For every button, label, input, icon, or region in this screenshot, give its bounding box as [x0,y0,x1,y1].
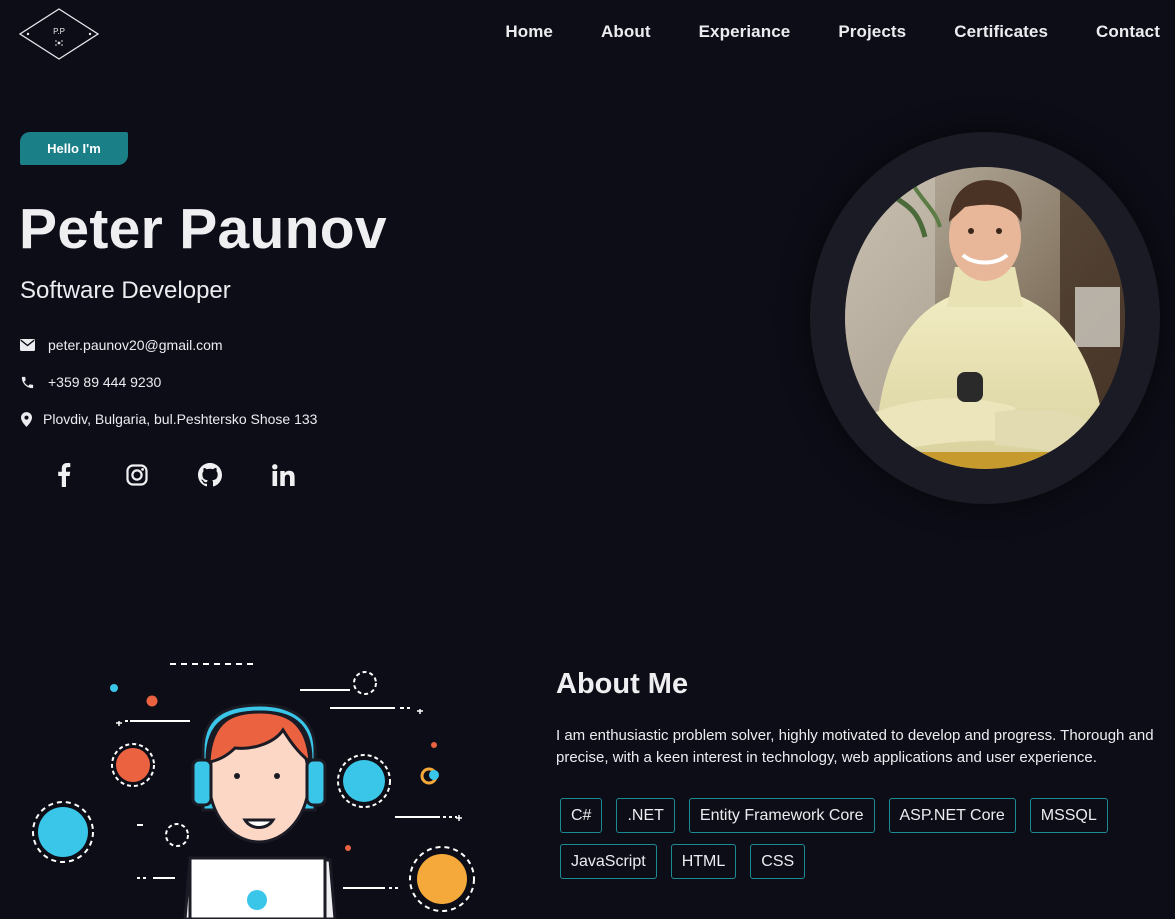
skills-list: C# .NET Entity Framework Core ASP.NET Co… [560,798,1160,890]
developer-illustration [32,663,475,919]
skill-tag: JavaScript [560,844,657,879]
logo-star-icon [55,40,63,46]
skill-tag: .NET [616,798,675,833]
logo-text: P.P [53,27,65,36]
hero-role: Software Developer [20,277,231,304]
logo[interactable]: P.P [18,7,100,61]
nav-experience[interactable]: Experiance [699,22,791,42]
linkedin-icon[interactable] [266,458,300,492]
contact-email: peter.paunov20@gmail.com [19,337,223,353]
contact-phone: +359 89 444 9230 [19,374,161,390]
social-links [47,458,339,492]
about-title: About Me [556,668,689,700]
nav-certificates[interactable]: Certificates [954,22,1048,42]
email-text[interactable]: peter.paunov20@gmail.com [48,337,223,353]
phone-icon [19,374,35,390]
page: P.P Home About Experiance Projects Certi… [0,0,1175,919]
map-pin-icon [19,411,33,427]
facebook-icon[interactable] [47,458,81,492]
nav-contact[interactable]: Contact [1096,22,1160,42]
skill-tag: CSS [750,844,806,879]
address-text: Plovdiv, Bulgaria, bul.Peshtersko Shose … [43,411,318,427]
envelope-icon [19,337,35,353]
skill-tag: C# [560,798,603,833]
phone-text[interactable]: +359 89 444 9230 [48,374,161,390]
skill-tag: ASP.NET Core [888,798,1016,833]
profile-photo [845,167,1125,469]
nav-home[interactable]: Home [505,22,553,42]
skill-tag: MSSQL [1029,798,1108,833]
main-nav: Home About Experiance Projects Certifica… [457,22,1160,42]
nav-about[interactable]: About [601,22,651,42]
skill-tag: HTML [670,844,737,879]
hello-badge: Hello I'm [20,132,128,165]
profile-photo-frame [810,132,1160,504]
about-text: I am enthusiastic problem solver, highly… [556,727,1154,766]
instagram-icon[interactable] [120,458,154,492]
nav-projects[interactable]: Projects [838,22,906,42]
github-icon[interactable] [193,458,227,492]
contact-address: Plovdiv, Bulgaria, bul.Peshtersko Shose … [19,411,317,427]
skill-tag: Entity Framework Core [688,798,875,833]
hero-name: Peter Paunov [19,197,387,261]
